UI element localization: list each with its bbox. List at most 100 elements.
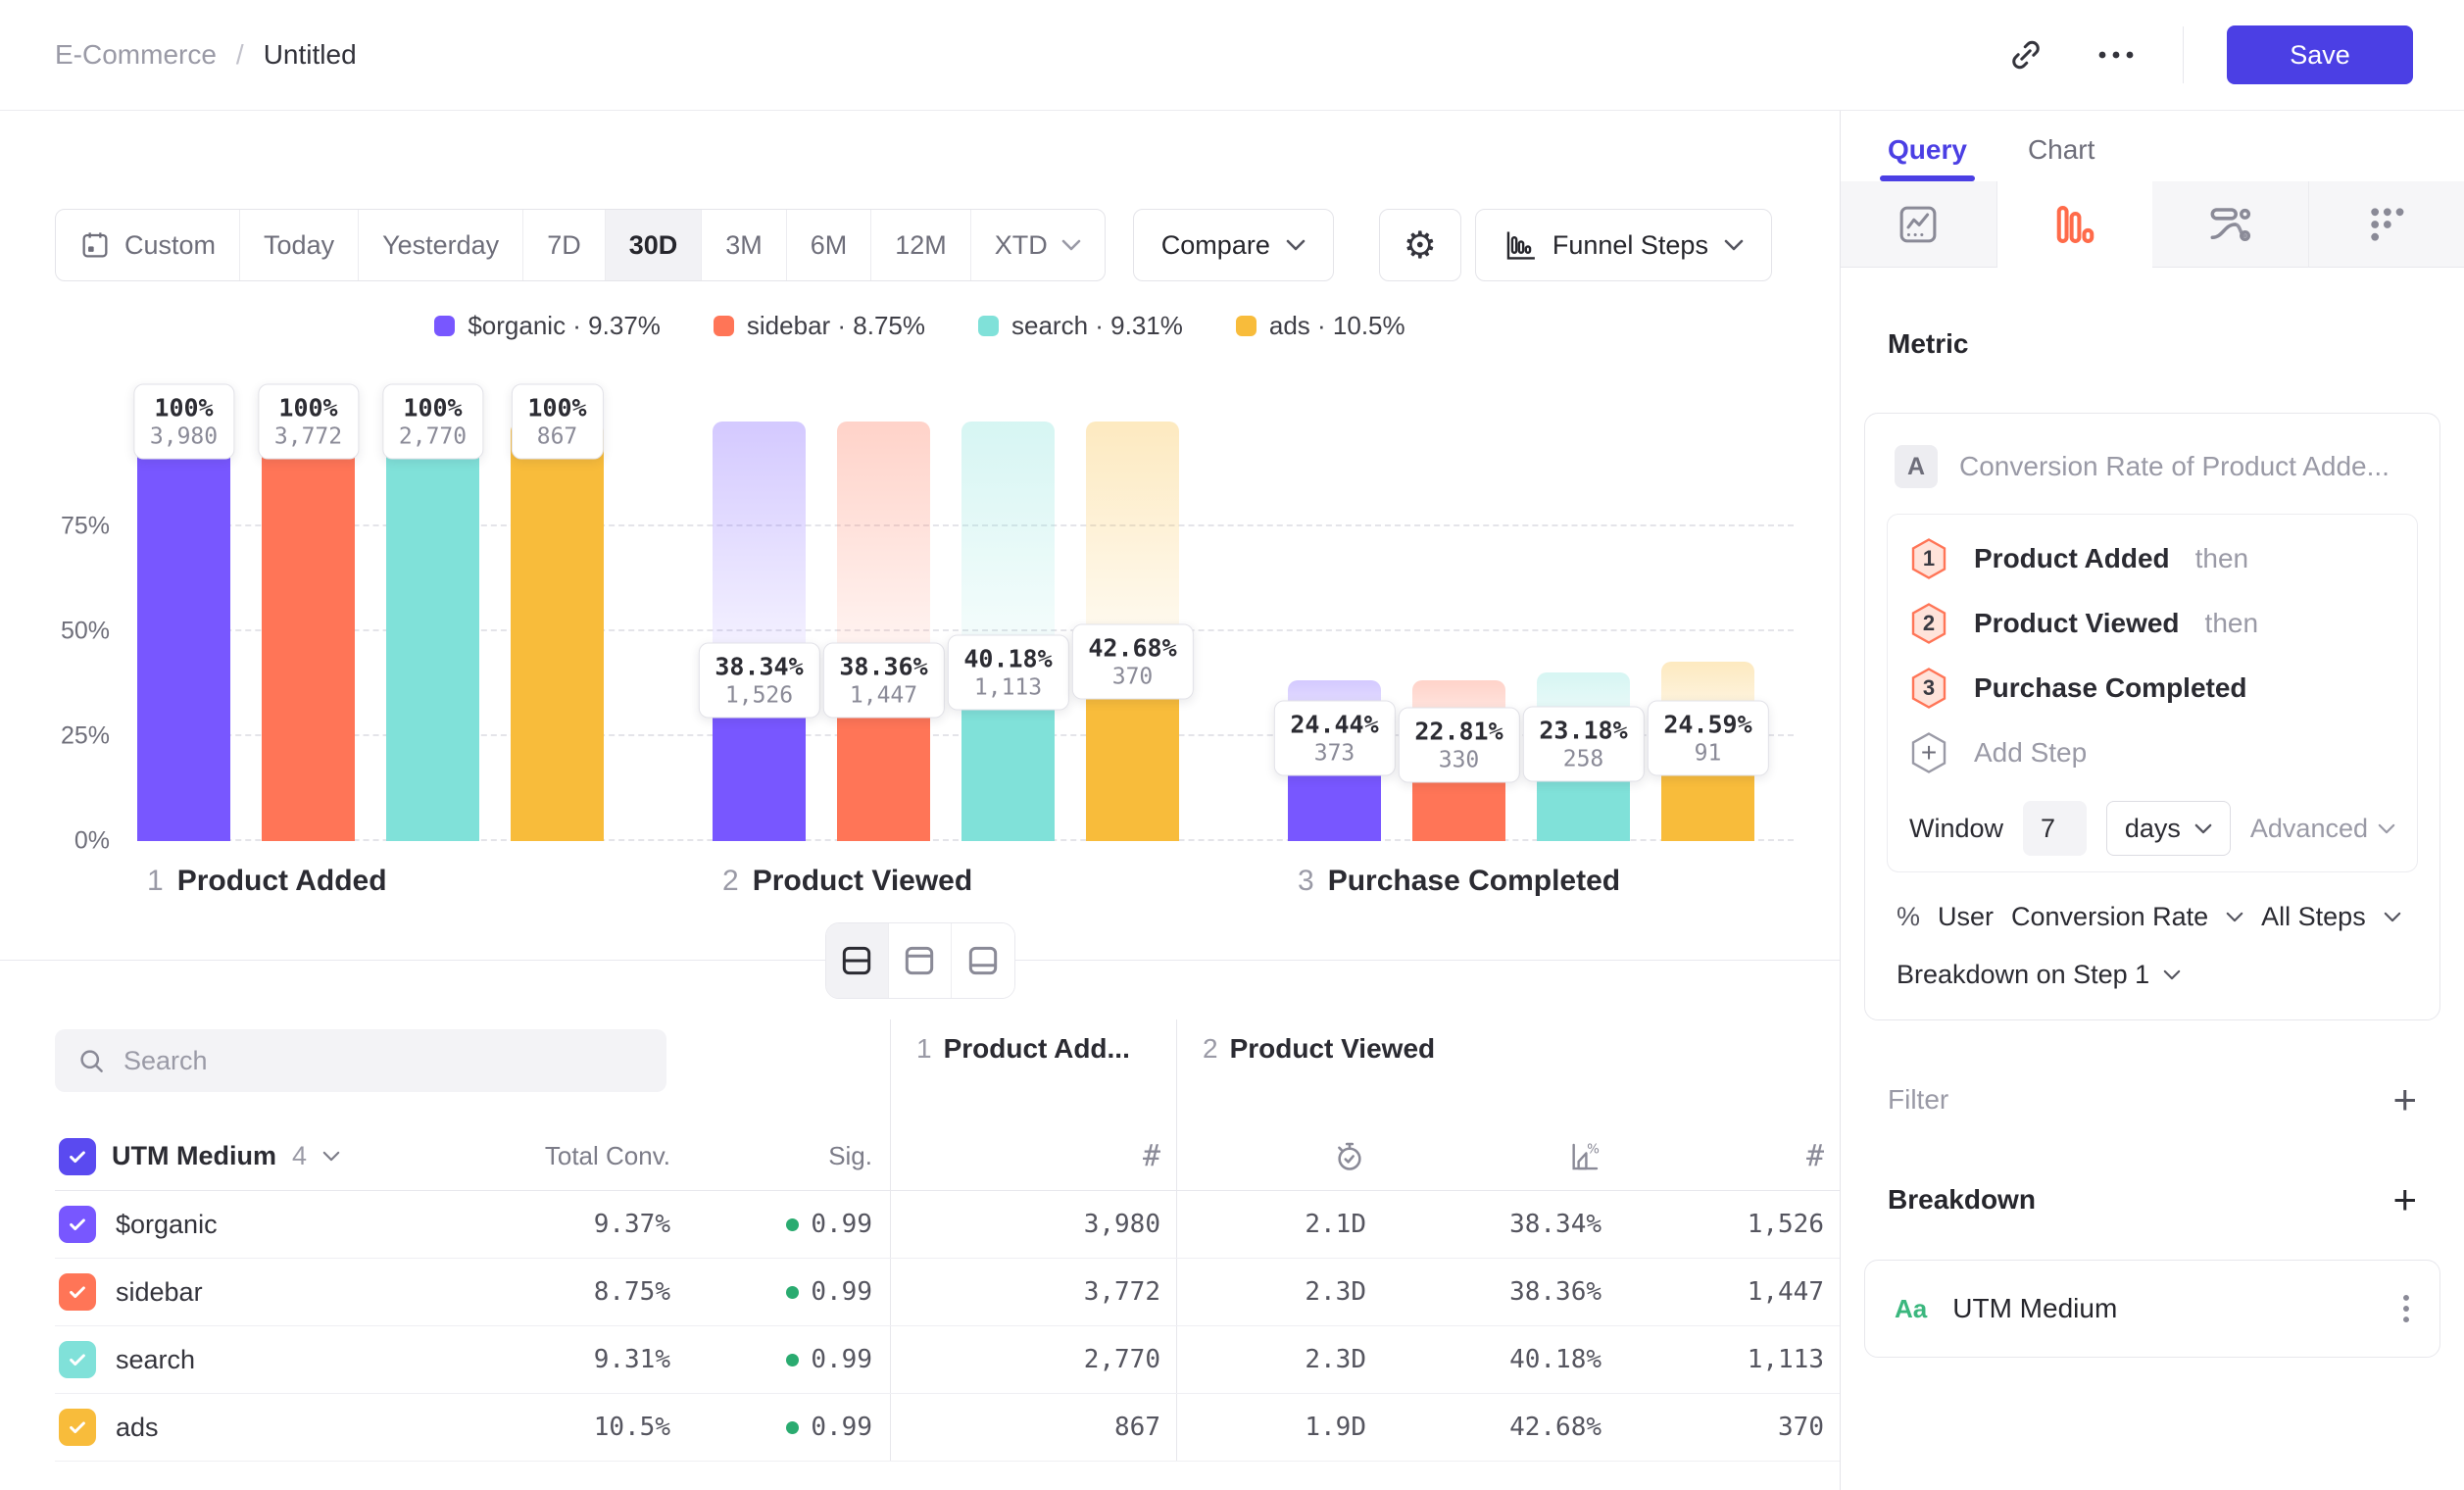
step1-count-column-header[interactable]: # [890, 1122, 1176, 1190]
tab-flows[interactable] [2152, 181, 2309, 268]
step2-count-column-header[interactable]: # [1617, 1122, 1840, 1190]
range-today[interactable]: Today [240, 210, 359, 280]
step2-convrate-column-header[interactable]: % [1392, 1122, 1617, 1190]
funnel-bar-ads-step1[interactable]: 100% 867 [511, 422, 604, 841]
chevron-down-icon [322, 1151, 340, 1162]
funnel-bar-organic-step3[interactable]: 24.44% 373 [1288, 422, 1381, 841]
window-value-input[interactable]: 7 [2023, 801, 2087, 856]
tab-query[interactable]: Query [1888, 134, 1967, 181]
breadcrumb: E-Commerce / Untitled [55, 39, 357, 71]
add-filter-button[interactable]: + [2392, 1079, 2417, 1120]
toggle-chart-only-view[interactable] [889, 923, 952, 998]
total-conv-value: 10.5% [486, 1394, 686, 1461]
search-input[interactable] [123, 1046, 645, 1076]
range-custom[interactable]: Custom [56, 210, 240, 280]
range-30d[interactable]: 30D [606, 210, 703, 280]
column-group-step2[interactable]: 2Product Viewed [1176, 1019, 1840, 1122]
range-7d[interactable]: 7D [523, 210, 606, 280]
chart-type-button[interactable]: Funnel Steps [1475, 209, 1772, 281]
range-3m[interactable]: 3M [702, 210, 787, 280]
query-panel: Query Chart Metric A Conversio [1840, 111, 2464, 1490]
breadcrumb-project[interactable]: E-Commerce [55, 39, 217, 71]
bar-value-label: 100% 3,980 [133, 384, 234, 460]
metric-title[interactable]: Conversion Rate of Product Adde... [1959, 451, 2390, 482]
tab-insights[interactable] [1841, 181, 1997, 268]
chart-only-view-icon [901, 942, 938, 979]
tab-retention[interactable] [2309, 181, 2464, 268]
copy-link-button[interactable] [2002, 31, 2049, 78]
metric-section-heading: Metric [1888, 328, 2464, 360]
funnel-bar-sidebar-step1[interactable]: 100% 3,772 [262, 422, 355, 841]
range-12m[interactable]: 12M [871, 210, 971, 280]
select-all-checkbox[interactable] [59, 1138, 96, 1175]
range-xtd[interactable]: XTD [971, 210, 1105, 280]
funnel-steps-card: 1 Product Added then 2 Product Viewed th… [1887, 514, 2418, 872]
compare-button[interactable]: Compare [1133, 209, 1334, 281]
window-unit-select[interactable]: days [2106, 801, 2231, 856]
funnel-bar-search-step2[interactable]: 40.18% 1,113 [961, 422, 1055, 841]
bar-pct: 40.18% [963, 645, 1052, 673]
row-checkbox[interactable] [59, 1409, 96, 1446]
bar-value-label: 24.44% 373 [1273, 701, 1395, 776]
tab-chart[interactable]: Chart [2028, 134, 2094, 181]
steps-scope-select[interactable]: All Steps [2261, 902, 2366, 932]
row-checkbox[interactable] [59, 1341, 96, 1378]
funnel-bar-organic-step1[interactable]: 100% 3,980 [137, 422, 230, 841]
funnel-bar-sidebar-step3[interactable]: 22.81% 330 [1412, 422, 1505, 841]
y-axis-tick: 0% [74, 827, 110, 856]
kebab-menu-icon[interactable] [2402, 1293, 2410, 1324]
bar-value-label: 42.68% 370 [1071, 624, 1193, 700]
query-step-3[interactable]: 3 Purchase Completed [1909, 656, 2395, 720]
legend-item-search[interactable]: search · 9.31% [978, 311, 1183, 341]
bar-value-label: 40.18% 1,113 [947, 635, 1068, 711]
total-conv-column-header[interactable]: Total Conv. [486, 1122, 686, 1190]
step2-time-column-header[interactable] [1176, 1122, 1392, 1190]
metric-type-select[interactable]: Conversion Rate [2011, 902, 2208, 932]
bar-value-label: 22.81% 330 [1398, 708, 1519, 783]
step2-count: 1,526 [1617, 1191, 1840, 1258]
funnel-bar-search-step3[interactable]: 23.18% 258 [1537, 422, 1630, 841]
funnel-bar-ads-step3[interactable]: 24.59% 91 [1661, 422, 1754, 841]
funnel-bar-organic-step2[interactable]: 38.34% 1,526 [713, 422, 806, 841]
breakdown-heading: Breakdown [1888, 1184, 2036, 1216]
legend-item-ads[interactable]: ads · 10.5% [1236, 311, 1405, 341]
chart-settings-button[interactable]: ⚙ [1379, 209, 1461, 281]
funnel-bar-ads-step2[interactable]: 42.68% 370 [1086, 422, 1179, 841]
breakdown-column-header[interactable]: UTM Medium [112, 1141, 276, 1171]
funnel-bar-sidebar-step2[interactable]: 38.36% 1,447 [837, 422, 930, 841]
toggle-split-view[interactable] [826, 923, 889, 998]
bar-value-label: 38.34% 1,526 [698, 642, 819, 718]
bar-value-label: 23.18% 258 [1522, 706, 1644, 781]
range-yesterday[interactable]: Yesterday [359, 210, 523, 280]
unconverted-ghost-bar [713, 422, 806, 680]
counting-method[interactable]: User [1938, 902, 1994, 932]
bar-value-label: 24.59% 91 [1647, 700, 1768, 775]
breakdown-property-card[interactable]: Aa UTM Medium [1864, 1260, 2440, 1358]
breakdown-table: 1Product Add... 2Product Viewed UTM Medi… [55, 1019, 1840, 1462]
advanced-toggle[interactable]: Advanced [2250, 814, 2395, 844]
column-group-step1[interactable]: 1Product Add... [890, 1019, 1176, 1122]
more-menu-button[interactable] [2093, 31, 2140, 78]
row-checkbox[interactable] [59, 1206, 96, 1243]
range-6m[interactable]: 6M [787, 210, 872, 280]
bar-count: 91 [1663, 740, 1751, 766]
tab-funnels[interactable] [1997, 181, 2153, 268]
breakdown-on-step-select[interactable]: Breakdown on Step 1 [1897, 960, 2418, 990]
query-step-2[interactable]: 2 Product Viewed then [1909, 591, 2395, 656]
toggle-table-only-view[interactable] [952, 923, 1014, 998]
legend-item-sidebar[interactable]: sidebar · 8.75% [714, 311, 925, 341]
sig-column-header[interactable]: Sig. [686, 1122, 890, 1190]
bar-count: 1,526 [715, 682, 803, 708]
legend-item-organic[interactable]: $organic · 9.37% [434, 311, 661, 341]
save-button[interactable]: Save [2227, 25, 2413, 84]
funnel-bar-search-step1[interactable]: 100% 2,770 [386, 422, 479, 841]
breadcrumb-report-name[interactable]: Untitled [264, 39, 357, 71]
query-step-1[interactable]: 1 Product Added then [1909, 526, 2395, 591]
bar-pct: 42.68% [1088, 634, 1176, 663]
check-icon [67, 1146, 88, 1167]
add-step-button[interactable]: + Add Step [1909, 720, 2395, 785]
add-breakdown-button[interactable]: + [2392, 1179, 2417, 1220]
row-checkbox[interactable] [59, 1273, 96, 1311]
bar-pct: 38.34% [715, 652, 803, 680]
step-event-name: Product Added [1974, 543, 2170, 574]
